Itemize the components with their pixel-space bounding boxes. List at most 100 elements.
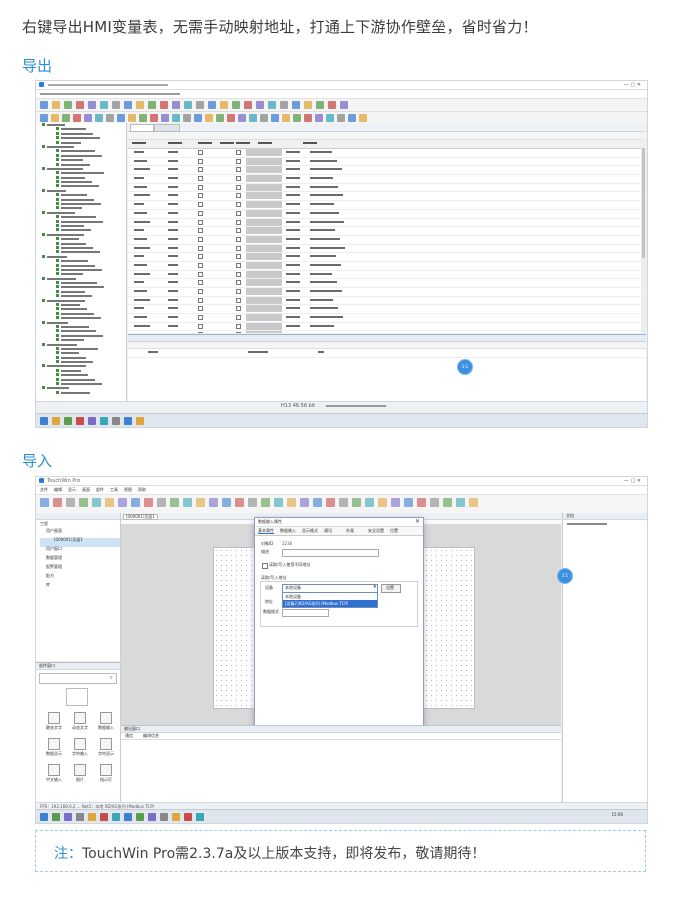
table-row[interactable] [128, 261, 646, 271]
toolbar-icon[interactable] [337, 114, 345, 122]
ribbon-icon[interactable] [326, 498, 335, 507]
table-row[interactable] [128, 288, 646, 297]
table-row[interactable] [128, 183, 646, 193]
toolbar-icon[interactable] [304, 101, 312, 109]
table-header-cell[interactable] [220, 142, 234, 144]
taskbar-app-icon[interactable] [124, 813, 132, 821]
table-row[interactable] [128, 192, 646, 202]
toolbar-icon[interactable] [40, 114, 48, 122]
ribbon-icon[interactable] [92, 498, 101, 507]
taskbar-app-icon[interactable] [88, 813, 96, 821]
toolbar-icon[interactable] [106, 114, 114, 122]
ribbon-icon[interactable] [352, 498, 361, 507]
table-header-cell[interactable] [303, 142, 317, 144]
dialog-tab[interactable]: 通讯 [324, 529, 332, 533]
toolbar-icon[interactable] [84, 114, 92, 122]
toolbar-icon[interactable] [328, 101, 336, 109]
dialog-tab[interactable]: 数据输入 [280, 529, 296, 533]
toolbar-icon[interactable] [268, 101, 276, 109]
toolbar-icon[interactable] [205, 114, 213, 122]
toolbar-icon[interactable] [172, 101, 180, 109]
taskbar-app-icon[interactable] [136, 417, 144, 425]
ribbon-icon[interactable] [287, 498, 296, 507]
ribbon-icon[interactable] [339, 498, 348, 507]
toolbar-icon[interactable] [280, 101, 288, 109]
table-header-cell[interactable] [132, 142, 146, 144]
toolbar-icon[interactable] [232, 101, 240, 109]
toolbar-icon[interactable] [73, 114, 81, 122]
ribbon-icon[interactable] [222, 498, 231, 507]
toolbar-icon[interactable] [348, 114, 356, 122]
ribbon-icon[interactable] [79, 498, 88, 507]
menu-item[interactable]: 工具 [110, 488, 118, 492]
menu-item[interactable]: 画面 [82, 488, 90, 492]
taskbar-app-icon[interactable] [76, 813, 84, 821]
toolbar-icon[interactable] [62, 114, 70, 122]
toolbar-icon[interactable] [76, 101, 84, 109]
toolbar-icon[interactable] [160, 101, 168, 109]
ribbon-icon[interactable] [131, 498, 140, 507]
table-row[interactable] [128, 175, 646, 184]
taskbar-app-icon[interactable] [40, 417, 48, 425]
toolbar-icon[interactable] [238, 114, 246, 122]
variable-table-tabs[interactable] [128, 123, 646, 132]
scroll-to-top-icon[interactable]: 1:1 [557, 568, 573, 584]
menu-item[interactable]: 显示 [68, 488, 76, 492]
menu-item[interactable]: 编辑 [54, 488, 62, 492]
table-header-cell[interactable] [236, 142, 250, 144]
taskbar-app-icon[interactable] [64, 417, 72, 425]
dropdown-option-device2[interactable]: [设备2]XD/XG系列 (Modbus TCP) [283, 600, 377, 607]
part-item[interactable]: 静态文字 [42, 712, 66, 730]
toolbar-icon[interactable] [112, 101, 120, 109]
menu-item[interactable]: 部件 [96, 488, 104, 492]
toolbar-icon[interactable] [136, 101, 144, 109]
export-project-tree[interactable] [36, 123, 127, 401]
variable-table-scrollbar[interactable] [641, 138, 646, 333]
table-row[interactable] [128, 270, 646, 280]
table-header-cell[interactable] [168, 142, 182, 144]
toolbar-icon[interactable] [249, 114, 257, 122]
toolbar-icon[interactable] [95, 114, 103, 122]
export-variable-table[interactable] [128, 123, 646, 333]
taskbar-app-icon[interactable] [196, 813, 204, 821]
toolbar-icon[interactable] [40, 101, 48, 109]
toolbar-icon[interactable] [293, 114, 301, 122]
toolbar-icon[interactable] [227, 114, 235, 122]
toolbar-icon[interactable] [150, 114, 158, 122]
ribbon-icon[interactable] [209, 498, 218, 507]
ribbon-icon[interactable] [248, 498, 257, 507]
toolbar-icon[interactable] [139, 114, 147, 122]
tree-item[interactable] [56, 390, 126, 395]
toolbar-icon[interactable] [128, 114, 136, 122]
taskbar-app-icon[interactable] [52, 417, 60, 425]
project-tree-item[interactable]: 配方 [40, 574, 120, 583]
part-item[interactable]: 图片 [68, 764, 92, 782]
dialog-tab[interactable]: 显示格式 [302, 529, 318, 533]
parts-search-input[interactable]: ⌕ [39, 673, 117, 684]
ribbon-icon[interactable] [378, 498, 387, 507]
toolbar-icon[interactable] [52, 101, 60, 109]
output-tab-communication[interactable]: 通信 [125, 734, 133, 738]
table-row[interactable] [128, 253, 646, 262]
toolbar-icon[interactable] [100, 101, 108, 109]
menu-item[interactable]: 帮助 [138, 488, 146, 492]
ribbon-icon[interactable] [391, 498, 400, 507]
part-item[interactable]: 字符显示 [94, 738, 118, 756]
taskbar-app-icon[interactable] [136, 813, 144, 821]
dialog-tab[interactable]: 位置 [390, 529, 398, 533]
description-input[interactable] [282, 549, 379, 557]
dialog-tab[interactable]: 外观 [346, 529, 354, 533]
toolbar-icon[interactable] [117, 114, 125, 122]
table-row[interactable] [128, 157, 646, 167]
toolbar-icon[interactable] [256, 101, 264, 109]
table-row[interactable] [128, 296, 646, 306]
toolbar-icon[interactable] [260, 114, 268, 122]
ribbon-icon[interactable] [443, 498, 452, 507]
taskbar-app-icon[interactable] [184, 813, 192, 821]
ribbon-icon[interactable] [313, 498, 322, 507]
toolbar-icon[interactable] [208, 101, 216, 109]
dropdown-option-local[interactable]: 本地设备 [283, 593, 377, 600]
menu-item[interactable]: 文件 [40, 488, 48, 492]
part-item[interactable]: 字符输入 [68, 738, 92, 756]
toolbar-icon[interactable] [340, 101, 348, 109]
